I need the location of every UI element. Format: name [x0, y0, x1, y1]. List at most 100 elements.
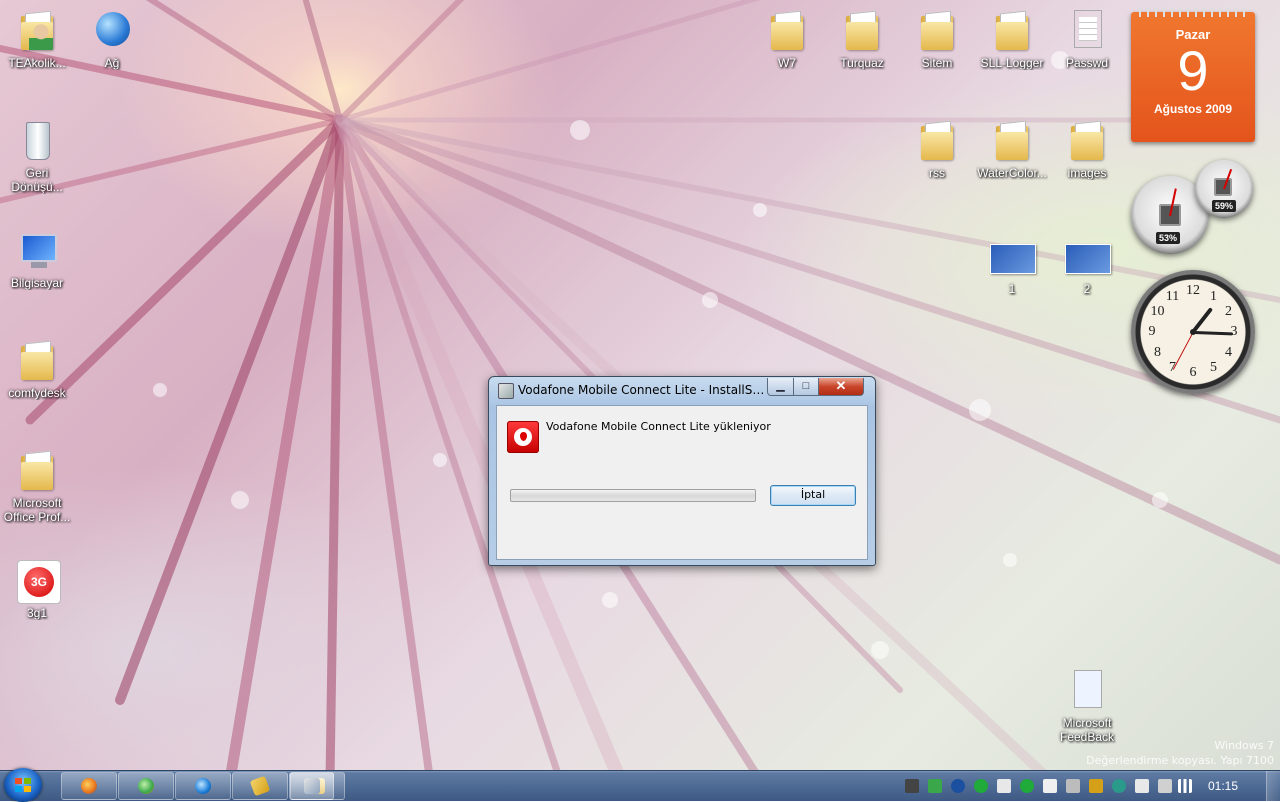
watermark-line-1: Windows 7	[1214, 739, 1274, 752]
desktop-icon-watercolor[interactable]: WaterColor...	[976, 118, 1048, 180]
folder-icon	[1065, 118, 1109, 162]
desktop-icon-comfydesk[interactable]: comfydesk	[1, 338, 73, 400]
desktop-icon-image-1[interactable]: 1	[976, 234, 1048, 296]
help-icon[interactable]	[905, 779, 919, 793]
taskbar-internet-explorer[interactable]	[175, 772, 231, 800]
user-folder-icon	[15, 8, 59, 52]
desktop-icon-label: Geri Dönüşü...	[11, 166, 63, 194]
folder-icon	[15, 338, 59, 382]
desktop: TEAkolik... Ağ Geri Dönüşü... Bilgisayar…	[0, 0, 1280, 770]
calendar-month-year: Ağustos 2009	[1153, 102, 1233, 116]
update-icon[interactable]	[974, 779, 988, 793]
desktop-icon-label: Sitem	[921, 56, 953, 70]
clock-center	[1190, 329, 1196, 335]
desktop-icon-teakolik[interactable]: TEAkolik...	[1, 8, 73, 70]
desktop-icon-sll-logger[interactable]: SLL-Logger	[976, 8, 1048, 70]
show-desktop-button[interactable]	[1266, 771, 1280, 801]
desktop-icon-w7[interactable]: W7	[751, 8, 823, 70]
3g-icon: 3G	[15, 558, 61, 604]
computer-icon	[15, 228, 59, 272]
desktop-icon-sitem[interactable]: Sitem	[901, 8, 973, 70]
calendar-day: 9	[1177, 39, 1209, 102]
desktop-icon-label: Passwd	[1065, 56, 1109, 70]
install-progress-bar	[510, 489, 756, 502]
minimize-button[interactable]: ▁	[767, 378, 794, 396]
monitor-icon[interactable]	[1066, 779, 1080, 793]
clock-number: 1	[1210, 288, 1217, 304]
volume-icon[interactable]	[1158, 779, 1172, 793]
antivirus-icon[interactable]	[928, 779, 942, 793]
clipboard-icon[interactable]	[1043, 779, 1057, 793]
desktop-icon-image-2[interactable]: 2	[1051, 234, 1123, 296]
desktop-icon-label: 2	[1083, 282, 1091, 296]
image-thumbnail-icon	[990, 234, 1036, 278]
dialog-titlebar[interactable]: Vodafone Mobile Connect Lite - InstallSh…	[489, 377, 875, 403]
calendar-gadget[interactable]: Pazar 9 Ağustos 2009	[1131, 7, 1255, 142]
desktop-icon-feedback[interactable]: Microsoft FeedBack	[1051, 668, 1123, 744]
installer-dialog: Vodafone Mobile Connect Lite - InstallSh…	[488, 376, 876, 566]
winamp-tray-icon[interactable]	[1089, 779, 1103, 793]
network-icon[interactable]	[1112, 779, 1126, 793]
taskbar-firefox[interactable]	[61, 772, 117, 800]
desktop-icon-office[interactable]: Microsoft Office Prof...	[1, 448, 73, 524]
shortcut-document-icon	[1065, 668, 1109, 712]
folder-icon	[15, 448, 59, 492]
desktop-icon-ag[interactable]: Ağ	[76, 8, 148, 70]
taskbar-winamp[interactable]	[232, 772, 288, 800]
desktop-icon-3g1[interactable]: 3G 3g1	[1, 558, 73, 620]
network-globe-icon	[90, 8, 134, 52]
close-button[interactable]: ✕	[818, 378, 864, 396]
desktop-icon-passwd[interactable]: Passwd	[1051, 8, 1123, 70]
status-icon[interactable]	[1020, 779, 1034, 793]
ram-percent: 59%	[1212, 200, 1237, 212]
desktop-icon-rss[interactable]: rss	[901, 118, 973, 180]
desktop-icon-label: Microsoft Office Prof...	[3, 496, 71, 524]
desktop-icon-label: Ağ	[104, 56, 120, 70]
desktop-icon-turquaz[interactable]: Turquaz	[826, 8, 898, 70]
taskbar-installshield[interactable]	[290, 772, 334, 800]
install-status-message: Vodafone Mobile Connect Lite yükleniyor	[546, 420, 771, 433]
clock-number: 4	[1225, 344, 1232, 360]
vodafone-logo-icon	[507, 421, 539, 453]
desktop-icon-recycle-bin[interactable]: Geri Dönüşü...	[1, 118, 73, 194]
clock-number: 5	[1210, 359, 1217, 375]
winamp-icon	[249, 775, 271, 797]
start-button[interactable]	[4, 768, 42, 802]
installshield-icon	[498, 383, 514, 399]
desktop-icon-label: SLL-Logger	[980, 56, 1044, 70]
folder-icon	[990, 8, 1034, 52]
desktop-icon-label: W7	[778, 56, 796, 70]
taskbar-media-player[interactable]	[118, 772, 174, 800]
signal-icon[interactable]	[1178, 779, 1192, 793]
maximize-button[interactable]: □	[793, 378, 819, 396]
taskbar-clock[interactable]: 01:15	[1208, 779, 1238, 793]
clock-number: 9	[1148, 324, 1156, 339]
bluetooth-icon[interactable]	[951, 779, 965, 793]
cancel-button[interactable]: İptal	[770, 485, 856, 506]
internet-explorer-icon	[195, 778, 211, 794]
desktop-icon-bilgisayar[interactable]: Bilgisayar	[1, 228, 73, 290]
clock-number: 8	[1154, 344, 1161, 360]
clock-number: 11	[1165, 288, 1180, 304]
desktop-icon-label: 1	[1008, 282, 1016, 296]
ram-gauge: 59%	[1195, 160, 1253, 218]
clock-gadget[interactable]: 12 1 2 3 4 5 6 7 8 9 10 11	[1131, 270, 1255, 394]
clock-number: 2	[1225, 303, 1232, 319]
desktop-icon-label: WaterColor...	[977, 166, 1047, 180]
taskbar: 01:15	[0, 768, 1280, 802]
clock-number: 6	[1189, 365, 1197, 380]
dialog-content: Vodafone Mobile Connect Lite yükleniyor …	[496, 405, 868, 560]
folder-icon	[915, 118, 959, 162]
dialog-title: Vodafone Mobile Connect Lite - InstallSh…	[518, 383, 768, 397]
watermark-line-2: Değerlendirme kopyası. Yapı 7100	[1086, 754, 1274, 767]
shield-icon[interactable]	[997, 779, 1011, 793]
desktop-icon-label: Turquaz	[840, 56, 884, 70]
desktop-icon-label: Bilgisayar	[10, 276, 64, 290]
desktop-icon-images[interactable]: images	[1051, 118, 1123, 180]
desktop-icon-label: 3g1	[26, 606, 48, 620]
installshield-icon	[304, 778, 320, 794]
calendar-rings	[1139, 7, 1247, 17]
folder-icon	[765, 8, 809, 52]
desktop-icon-label: images	[1067, 166, 1107, 180]
action-center-flag-icon[interactable]	[1135, 779, 1149, 793]
